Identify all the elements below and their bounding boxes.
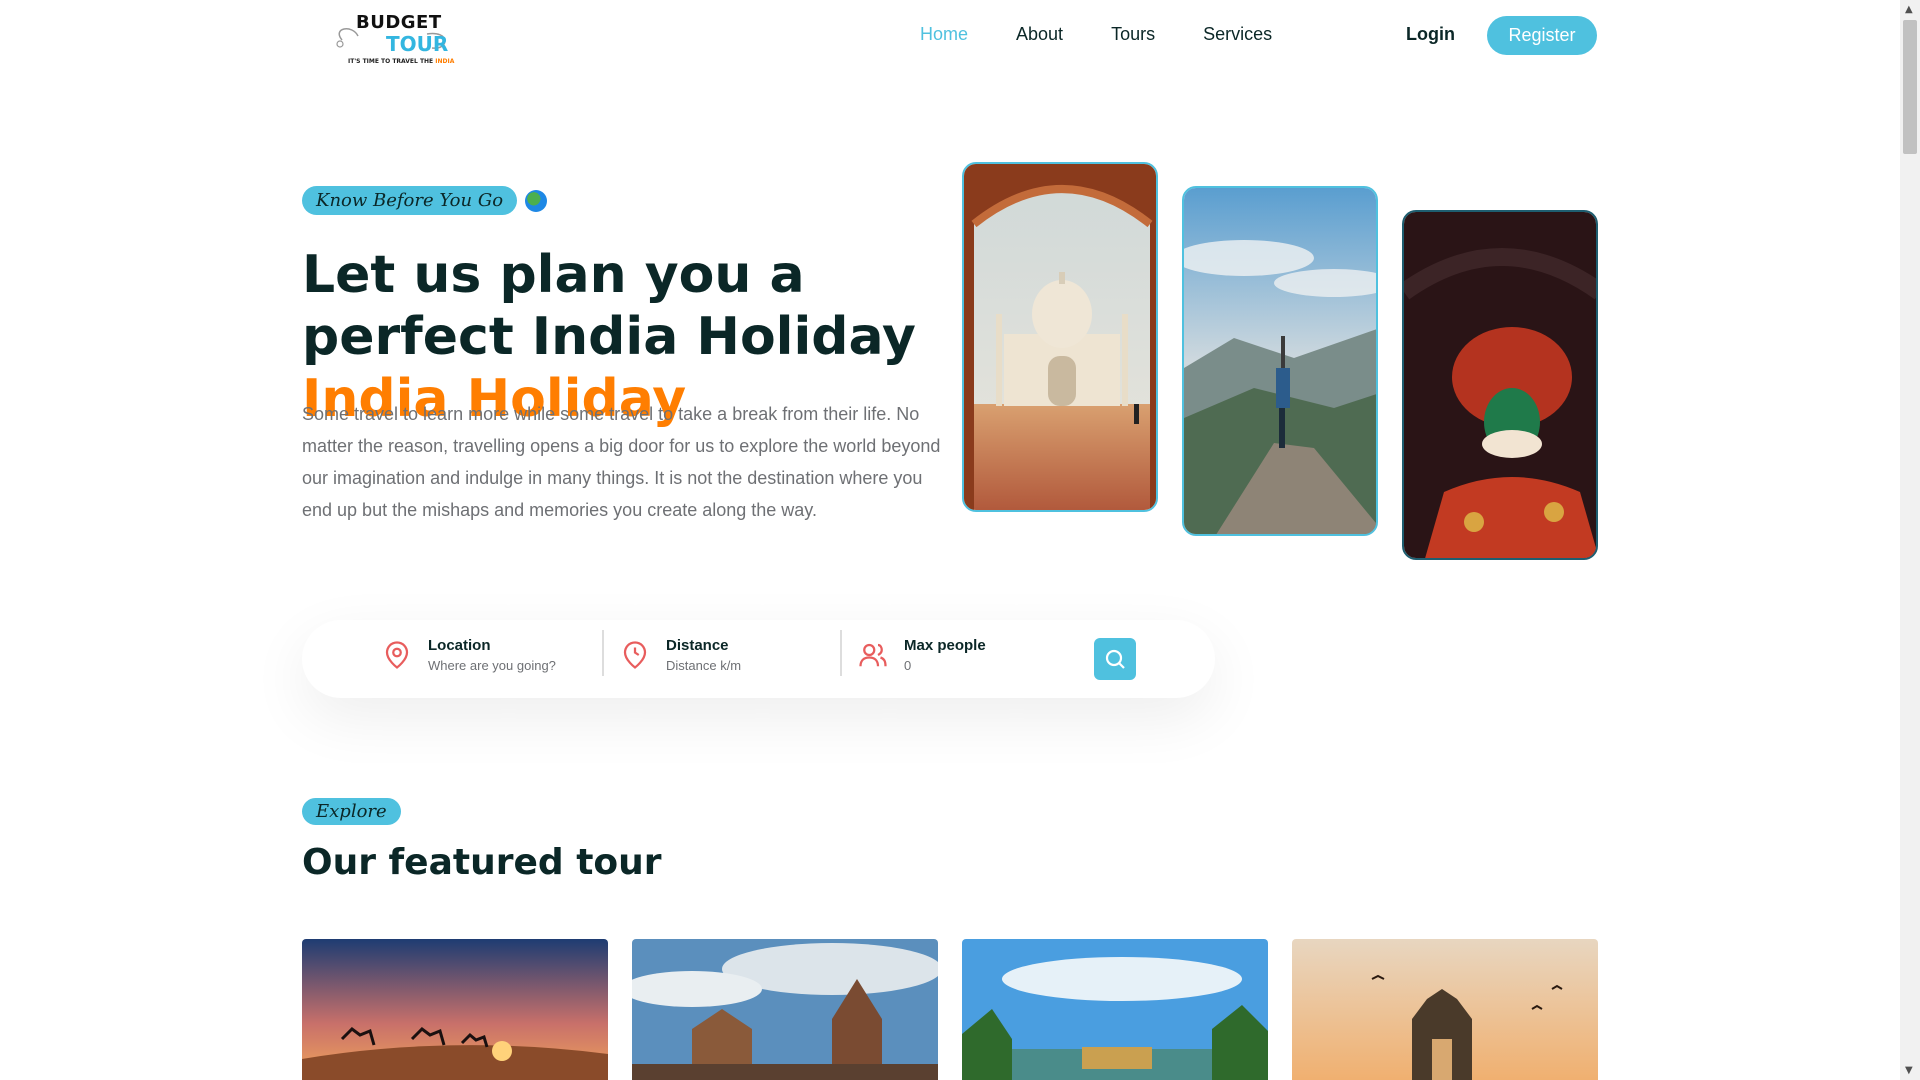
users-icon (859, 643, 887, 667)
hero-image-taj-mahal (962, 162, 1158, 512)
logo-line1: BUDGET (356, 12, 442, 33)
search-divider (840, 630, 842, 676)
tour-card-desert[interactable] (302, 939, 608, 1080)
logo-tagline: IT'S TIME TO TRAVEL THE INDIA (348, 58, 455, 65)
page-scrollbar[interactable]: ▲ ▼ (1900, 0, 1920, 1080)
logo-line2: TOUR (386, 32, 449, 56)
register-button[interactable]: Register (1487, 16, 1597, 55)
distance-label: Distance (666, 637, 729, 654)
gateway-of-india-image (1292, 939, 1598, 1080)
kathakali-dancer-image (1404, 212, 1596, 558)
nav-about[interactable]: About (1016, 24, 1063, 45)
search-button[interactable] (1094, 638, 1136, 680)
hero-image-kathakali (1402, 210, 1598, 560)
location-label: Location (428, 637, 491, 654)
search-icon (1105, 649, 1125, 669)
main-nav: Home About Tours Services (920, 24, 1320, 45)
scroll-thumb[interactable] (1903, 20, 1917, 154)
tour-card-hampi[interactable] (632, 939, 938, 1080)
location-field[interactable]: Location Where are you going? (382, 630, 556, 680)
search-bar: Location Where are you going? Distance D… (302, 620, 1215, 698)
hero-description: Some travel to learn more while some tra… (302, 404, 941, 520)
nav-home[interactable]: Home (920, 24, 968, 45)
taj-mahal-image (964, 164, 1156, 510)
nav-tours[interactable]: Tours (1111, 24, 1155, 45)
hero-subtitle-wrap: Know Before You Go (302, 186, 548, 215)
distance-field[interactable]: Distance Distance k/m (620, 630, 741, 680)
login-link[interactable]: Login (1406, 24, 1455, 45)
nav-services[interactable]: Services (1203, 24, 1272, 45)
clock-icon (623, 641, 647, 669)
search-divider (602, 630, 604, 676)
globe-icon (525, 189, 548, 212)
scroll-up-icon[interactable]: ▲ (1905, 4, 1913, 15)
featured-subtitle: Explore (302, 798, 401, 825)
scroll-down-icon[interactable]: ▼ (1905, 1065, 1913, 1076)
location-placeholder: Where are you going? (428, 658, 556, 673)
logo[interactable]: BUDGET TOUR IT'S TIME TO TRAVEL THE INDI… (332, 8, 455, 68)
map-pin-icon (385, 641, 409, 669)
desert-camels-image (302, 939, 608, 1080)
yoga-mountain-image (1184, 188, 1376, 534)
max-people-placeholder: 0 (904, 658, 912, 673)
featured-title: Our featured tour (302, 842, 662, 883)
kerala-backwaters-image (962, 939, 1268, 1080)
tour-card-gateway[interactable] (1292, 939, 1598, 1080)
max-people-field[interactable]: Max people 0 (858, 630, 986, 680)
hampi-temple-image (632, 939, 938, 1080)
site-header: BUDGET TOUR IT'S TIME TO TRAVEL THE INDI… (0, 0, 1900, 72)
distance-placeholder: Distance k/m (666, 658, 742, 673)
hero-image-yoga (1182, 186, 1378, 536)
max-people-label: Max people (904, 637, 986, 654)
tour-card-kerala[interactable] (962, 939, 1268, 1080)
hero-subtitle: Know Before You Go (302, 186, 518, 215)
